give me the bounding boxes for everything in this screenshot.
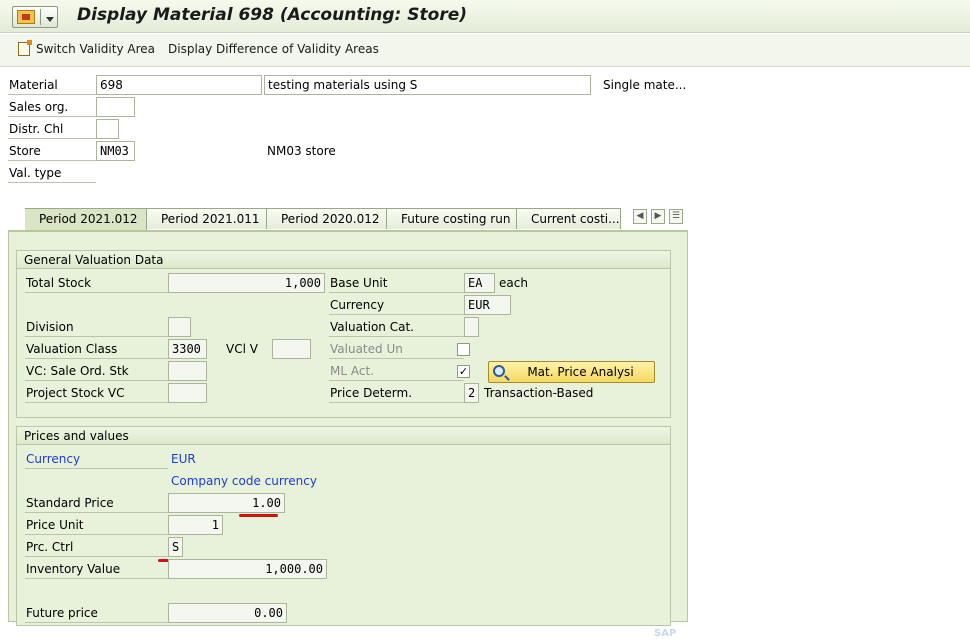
vc-sale-ord-label: VC: Sale Ord. Stk xyxy=(25,362,168,381)
price-determ-field[interactable]: 2 xyxy=(464,383,479,403)
tab-period-2021-012[interactable]: Period 2021.012 xyxy=(25,208,147,231)
distr-chl-label: Distr. Chl xyxy=(8,120,96,139)
sales-org-field[interactable] xyxy=(96,97,135,117)
material-type-text: Single mate... xyxy=(603,78,687,92)
inventory-value-field[interactable]: 1,000.00 xyxy=(168,559,327,579)
division-field[interactable] xyxy=(168,317,191,337)
inventory-value-label: Inventory Value xyxy=(25,560,168,579)
material-label: Material xyxy=(8,76,96,95)
prc-ctrl-label: Prc. Ctrl xyxy=(25,538,168,557)
system-menu-button[interactable] xyxy=(12,6,58,28)
material-field[interactable]: 698 xyxy=(96,75,262,95)
ml-act-label: ML Act. xyxy=(329,362,464,381)
tab-period-2021-011[interactable]: Period 2021.011 xyxy=(147,208,267,229)
vc-sale-ord-field[interactable] xyxy=(168,361,207,381)
total-stock-label: Total Stock xyxy=(25,274,168,293)
currency-label: Currency xyxy=(25,450,168,469)
mat-price-analysis-button[interactable]: Mat. Price Analysi xyxy=(488,361,655,383)
page-title: Display Material 698 (Accounting: Store) xyxy=(77,5,467,25)
price-determ-label: Price Determ. xyxy=(329,384,464,403)
material-description-field[interactable]: testing materials using S xyxy=(264,75,591,95)
tab-current-costing[interactable]: Current costi... xyxy=(517,208,621,229)
vcl-v-field[interactable] xyxy=(272,339,311,359)
tab-scroll-right-icon[interactable]: ▶ xyxy=(651,209,665,224)
currency-value: EUR xyxy=(171,452,196,466)
standard-price-field[interactable]: 1.00 xyxy=(168,493,285,513)
future-price-field[interactable]: 0.00 xyxy=(168,603,287,623)
distr-chl-field[interactable] xyxy=(96,119,119,139)
tab-strip: Period 2021.012 Period 2021.011 Period 2… xyxy=(8,208,688,231)
valuated-un-checkbox[interactable] xyxy=(457,343,470,356)
currency-label: Currency xyxy=(329,296,464,315)
annotation-underline xyxy=(239,514,278,517)
sap-menu-icon xyxy=(17,10,35,24)
project-stock-label: Project Stock VC xyxy=(25,384,168,403)
switch-icon xyxy=(18,40,32,56)
store-field[interactable]: NM03 xyxy=(96,141,135,161)
currency-field[interactable]: EUR xyxy=(464,295,511,315)
project-stock-field[interactable] xyxy=(168,383,207,403)
group-title: Prices and values xyxy=(17,427,670,445)
price-unit-label: Price Unit xyxy=(25,516,168,535)
division-label: Division xyxy=(25,318,168,337)
application-toolbar: Switch Validity Area Display Difference … xyxy=(0,34,970,67)
menu-separator xyxy=(40,9,41,25)
sales-org-label: Sales org. xyxy=(8,98,96,117)
price-determ-text: Transaction-Based xyxy=(484,386,594,400)
tab-scroll-left-icon[interactable]: ◀ xyxy=(633,209,647,224)
sap-logo: SAP xyxy=(654,628,677,639)
valuation-class-label: Valuation Class xyxy=(25,340,168,359)
future-price-label: Future price xyxy=(25,604,168,623)
title-bar: Display Material 698 (Accounting: Store) xyxy=(0,0,970,33)
tab-period-2020-012[interactable]: Period 2020.012 xyxy=(267,208,387,229)
prc-ctrl-field[interactable]: S xyxy=(168,537,183,557)
base-unit-label: Base Unit xyxy=(329,274,464,293)
mat-price-analysis-label: Mat. Price Analysi xyxy=(527,365,634,379)
price-unit-field[interactable]: 1 xyxy=(168,515,223,535)
display-difference-button[interactable]: Display Difference of Validity Areas xyxy=(168,42,379,56)
base-unit-field[interactable]: EA xyxy=(464,273,495,293)
total-stock-field[interactable]: 1,000 xyxy=(168,273,325,293)
valuation-cat-label: Valuation Cat. xyxy=(329,318,464,337)
tab-list-icon[interactable]: ☰ xyxy=(669,209,683,224)
tab-future-costing-run[interactable]: Future costing run xyxy=(387,208,517,229)
valuation-cat-field[interactable] xyxy=(464,317,479,337)
company-code-currency-text: Company code currency xyxy=(171,474,317,488)
valuated-un-label: Valuated Un xyxy=(329,340,464,359)
vcl-v-label: VCl V xyxy=(226,342,258,356)
store-label: Store xyxy=(8,142,96,161)
ml-act-checkbox[interactable]: ✓ xyxy=(457,365,470,378)
val-type-label: Val. type xyxy=(8,164,96,183)
chevron-down-icon xyxy=(46,17,54,22)
magnifier-icon xyxy=(493,365,505,377)
switch-validity-area-button[interactable]: Switch Validity Area xyxy=(36,42,155,56)
group-title: General Valuation Data xyxy=(17,251,670,269)
standard-price-label: Standard Price xyxy=(25,494,168,513)
valuation-class-field[interactable]: 3300 xyxy=(168,339,207,359)
base-unit-text: each xyxy=(499,276,528,290)
store-description: NM03 store xyxy=(267,144,336,158)
